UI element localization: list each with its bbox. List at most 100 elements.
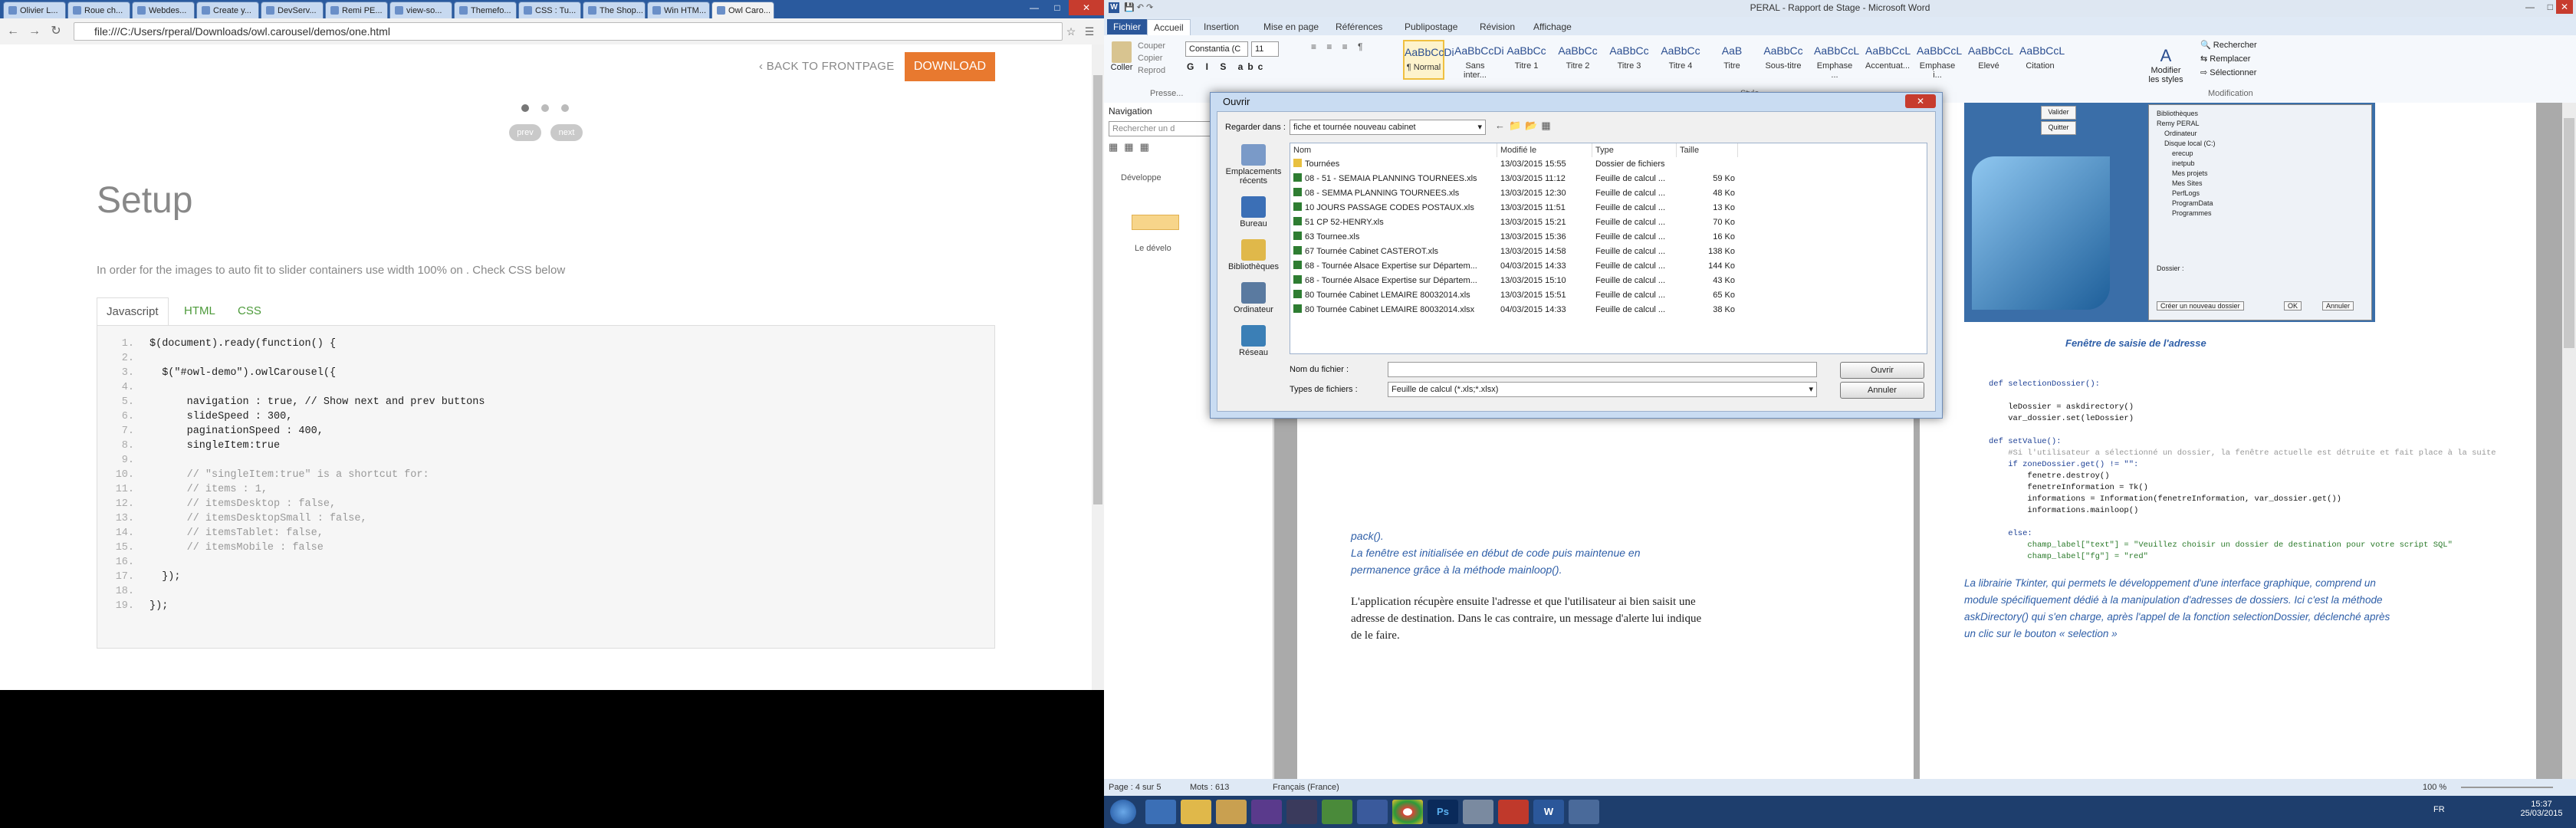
maximize-icon[interactable]: □ <box>1046 0 1069 15</box>
taskbar-media-icon[interactable] <box>1216 800 1247 824</box>
navigation-view-tabs[interactable]: ▦▦▦ <box>1109 141 1170 158</box>
taskbar-app2-icon[interactable] <box>1286 800 1317 824</box>
nav-heading-2[interactable]: Le dévelo <box>1135 244 1171 253</box>
ribbon-tab[interactable]: Fichier <box>1107 19 1148 34</box>
ribbon-tab[interactable]: Insertion <box>1198 19 1245 34</box>
filename-input[interactable] <box>1388 362 1817 377</box>
taskbar-photoshop-icon[interactable]: Ps <box>1428 800 1458 824</box>
file-row[interactable]: 08 - 51 - SEMAIA PLANNING TOURNEES.xls 13… <box>1290 172 1927 186</box>
file-row[interactable]: 51 CP 52-HENRY.xls 13/03/2015 15:21 Feuill… <box>1290 215 1927 230</box>
style-item[interactable]: AaBbCcL Emphase i... <box>1917 40 1962 80</box>
back-to-frontpage-link[interactable]: ‹ BACK TO FRONTPAGE <box>759 60 895 73</box>
taskbar-app6-icon[interactable] <box>1569 800 1599 824</box>
column-header[interactable]: Nom <box>1290 143 1497 157</box>
file-row[interactable]: 68 - Tournée Alsace Expertise sur Départ… <box>1290 259 1927 274</box>
format-painter-button[interactable]: Reprod <box>1138 66 1165 75</box>
style-item[interactable]: AaBbCcDi Sans inter... <box>1454 40 1504 80</box>
style-item[interactable]: AaBbCc Titre 3 <box>1608 40 1650 80</box>
ribbon-tab[interactable]: Affichage <box>1527 19 1578 34</box>
carousel-dot-3[interactable] <box>561 104 569 112</box>
file-row[interactable]: 63 Tournee.xls 13/03/2015 15:36 Feuille de… <box>1290 230 1927 245</box>
back-icon[interactable]: ← <box>6 25 20 38</box>
minimize-icon[interactable]: — <box>1023 0 1046 15</box>
browser-tab[interactable]: Themefo... <box>454 2 517 18</box>
taskbar-app-icon[interactable] <box>1251 800 1282 824</box>
system-clock[interactable]: 15:37 25/03/2015 <box>2515 800 2568 818</box>
file-row[interactable]: 08 - SEMMA PLANNING TOURNEES.xls 13/03/20… <box>1290 186 1927 201</box>
paragraph-buttons[interactable]: ≡ ≡ ≡ ¶ <box>1311 41 1366 52</box>
bookmark-star-icon[interactable]: ☆ <box>1064 25 1078 38</box>
style-item[interactable]: AaBbCc Titre 1 <box>1506 40 1547 80</box>
nav-heading-1[interactable]: Développe <box>1121 173 1162 182</box>
column-header[interactable]: Taille <box>1677 143 1738 157</box>
taskbar-explorer-icon[interactable] <box>1181 800 1211 824</box>
style-item[interactable]: AaBbCcL Accentuat... <box>1865 40 1911 80</box>
open-button[interactable]: Ouvrir <box>1840 362 1924 379</box>
scrollbar-thumb[interactable] <box>1093 75 1102 504</box>
place-item[interactable]: Ordinateur <box>1222 282 1285 314</box>
document-scroll-thumb[interactable] <box>2564 118 2574 348</box>
language-status[interactable]: Français (France) <box>1273 779 1339 796</box>
minimize-icon[interactable]: — <box>2525 2 2535 12</box>
browser-tab[interactable]: DevServ... <box>261 2 324 18</box>
taskbar-app4-icon[interactable] <box>1357 800 1388 824</box>
address-bar[interactable]: file:///C:/Users/rperal/Downloads/owl.ca… <box>74 22 1063 41</box>
taskbar-chrome-icon[interactable] <box>1392 800 1423 824</box>
place-item[interactable]: Bureau <box>1222 196 1285 228</box>
menu-icon[interactable]: ☰ <box>1083 25 1096 38</box>
style-item[interactable]: AaB Titre <box>1711 40 1753 80</box>
word-count[interactable]: Mots : 613 <box>1190 779 1229 796</box>
nav-heading-selected[interactable] <box>1132 215 1179 230</box>
page-scrollbar[interactable] <box>1092 44 1104 690</box>
ribbon-tab[interactable]: Mise en page <box>1257 19 1325 34</box>
filetype-select[interactable]: Feuille de calcul (*.xls;*.xlsx) ▾ <box>1388 382 1817 397</box>
browser-tab[interactable]: Create y... <box>196 2 259 18</box>
browser-tab[interactable]: Olivier L... <box>3 2 66 18</box>
document-scrollbar[interactable] <box>2562 103 2576 779</box>
close-icon[interactable]: ✕ <box>1069 0 1104 15</box>
find-button[interactable]: 🔍 Rechercher <box>2200 40 2257 50</box>
browser-tab[interactable]: Webdes... <box>132 2 195 18</box>
carousel-dot-1[interactable] <box>521 104 529 112</box>
ribbon-tab[interactable]: Publipostage <box>1398 19 1464 34</box>
browser-tab[interactable]: view-so... <box>389 2 452 18</box>
browser-tab[interactable]: Remi PE... <box>325 2 388 18</box>
taskbar-acrobat-icon[interactable] <box>1498 800 1529 824</box>
reload-icon[interactable]: ↻ <box>49 25 63 38</box>
column-header[interactable]: Type <box>1592 143 1677 157</box>
modify-styles-button[interactable]: A Modifier les styles <box>2148 46 2183 84</box>
next-button[interactable]: next <box>550 124 583 141</box>
forward-icon[interactable]: → <box>28 25 41 38</box>
select-button[interactable]: ⇨ Sélectionner <box>2200 67 2256 77</box>
browser-tab[interactable]: Win HTM... <box>647 2 710 18</box>
page-count[interactable]: Page : 4 sur 5 <box>1109 779 1162 796</box>
style-item[interactable]: AaBbCcDi ¶ Normal <box>1403 40 1454 80</box>
zoom-level[interactable]: 100 % <box>2423 779 2446 796</box>
browser-tab[interactable]: Roue ch... <box>67 2 130 18</box>
paste-button[interactable]: Coller <box>1109 41 1135 78</box>
tab-css[interactable]: CSS <box>228 297 271 325</box>
style-item[interactable]: AaBbCcL Emphase ... <box>1814 40 1859 80</box>
file-row[interactable]: 80 Tournée Cabinet LEMAIRE 80032014.xls 1… <box>1290 288 1927 303</box>
browser-tab[interactable]: The Shop... <box>583 2 646 18</box>
place-item[interactable]: Réseau <box>1222 325 1285 357</box>
taskbar-word-icon[interactable]: W <box>1533 800 1564 824</box>
cut-button[interactable]: Couper <box>1138 41 1165 51</box>
tab-javascript[interactable]: Javascript <box>97 297 169 326</box>
language-indicator[interactable]: FR <box>2433 805 2445 814</box>
taskbar-app5-icon[interactable] <box>1463 800 1493 824</box>
start-button[interactable] <box>1110 800 1136 824</box>
style-item[interactable]: AaBbCcL Elevé <box>1968 40 2013 80</box>
carousel-dot-2[interactable] <box>541 104 549 112</box>
dialog-nav-icons[interactable]: ←📁📂▦ <box>1495 120 1555 132</box>
format-buttons[interactable]: G I S abc <box>1187 61 1267 72</box>
file-row[interactable]: 68 - Tournée Alsace Expertise sur Départ… <box>1290 274 1927 288</box>
taskbar-ie-icon[interactable] <box>1145 800 1176 824</box>
taskbar-app3-icon[interactable] <box>1322 800 1352 824</box>
style-item[interactable]: AaBbCc Titre 4 <box>1660 40 1701 80</box>
cancel-button[interactable]: Annuler <box>1840 382 1924 399</box>
font-name-combo[interactable]: Constantia (C <box>1185 41 1248 57</box>
file-row[interactable]: 10 JOURS PASSAGE CODES POSTAUX.xls 13/03/… <box>1290 201 1927 215</box>
zoom-slider[interactable] <box>2461 787 2553 788</box>
font-size-combo[interactable]: 11 <box>1251 41 1279 57</box>
